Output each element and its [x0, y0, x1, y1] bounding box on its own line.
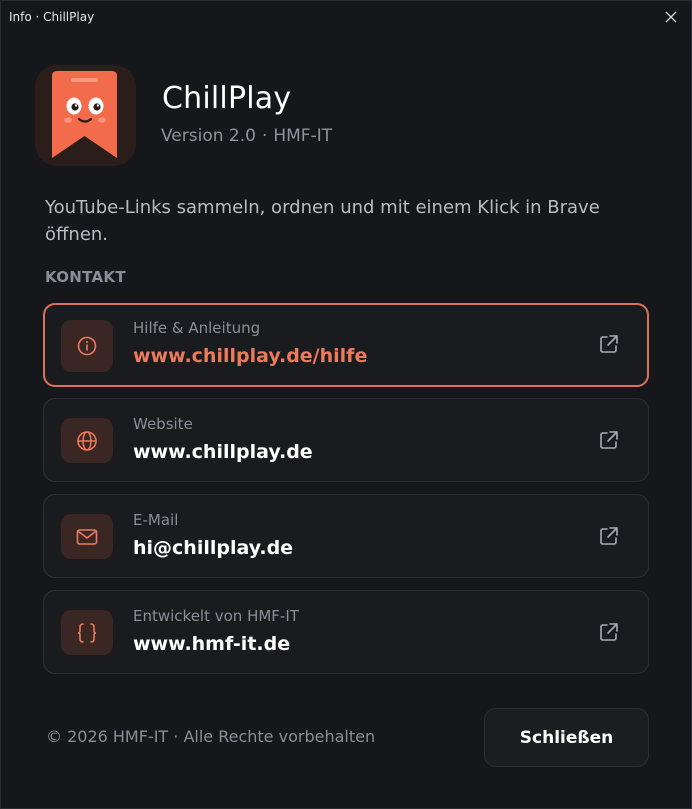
contact-icon-box [61, 610, 113, 655]
contact-icon-box [61, 514, 113, 559]
mail-icon [76, 528, 98, 545]
external-link-icon [600, 335, 618, 353]
external-link-icon [600, 623, 618, 641]
contact-card-website[interactable]: Website www.chillplay.de [43, 398, 649, 482]
window-close-button[interactable] [657, 3, 685, 31]
contact-label: E-Mail [133, 511, 179, 529]
contact-link[interactable]: www.chillplay.de [133, 441, 313, 463]
close-button[interactable]: Schließen [484, 708, 649, 767]
contact-link[interactable]: www.chillplay.de/hilfe [133, 345, 367, 367]
app-version: Version 2.0 [161, 126, 256, 146]
contact-heading: KONTAKT [45, 268, 126, 286]
about-dialog: Info · ChillPlay ChillPlay Version 2.0 · H… [0, 0, 692, 809]
contact-icon-box [61, 418, 113, 463]
contact-card-email[interactable]: E-Mail hi@chillplay.de [43, 494, 649, 578]
bookmark-mascot-icon [52, 71, 117, 158]
contact-card-developer[interactable]: Entwickelt von HMF-IT www.hmf-it.de [43, 590, 649, 674]
app-name: ChillPlay [162, 81, 292, 116]
contact-link[interactable]: hi@chillplay.de [133, 537, 293, 559]
app-logo [35, 65, 136, 166]
info-icon [77, 336, 97, 356]
title-bar: Info · ChillPlay [1, 1, 691, 33]
close-icon [665, 11, 677, 23]
window-title: Info · ChillPlay [9, 10, 95, 24]
contact-label: Entwickelt von HMF-IT [133, 607, 299, 625]
external-link-icon [600, 431, 618, 449]
contact-card-help[interactable]: Hilfe & Anleitung www.chillplay.de/hilfe [43, 303, 649, 387]
contact-label: Website [133, 415, 193, 433]
app-vendor: HMF-IT [273, 126, 333, 146]
external-link-icon [600, 527, 618, 545]
app-description: YouTube-Links sammeln, ordnen und mit ei… [45, 197, 600, 245]
app-meta: Version 2.0 · HMF-IT [161, 126, 332, 146]
contact-label: Hilfe & Anleitung [133, 319, 261, 337]
contact-icon-box [61, 320, 113, 372]
meta-separator: · [261, 126, 268, 146]
contact-link[interactable]: www.hmf-it.de [133, 633, 290, 655]
copyright-text: © 2026 HMF-IT · Alle Rechte vorbehalten [46, 727, 376, 746]
globe-icon [77, 430, 97, 451]
code-braces-icon [77, 622, 97, 643]
